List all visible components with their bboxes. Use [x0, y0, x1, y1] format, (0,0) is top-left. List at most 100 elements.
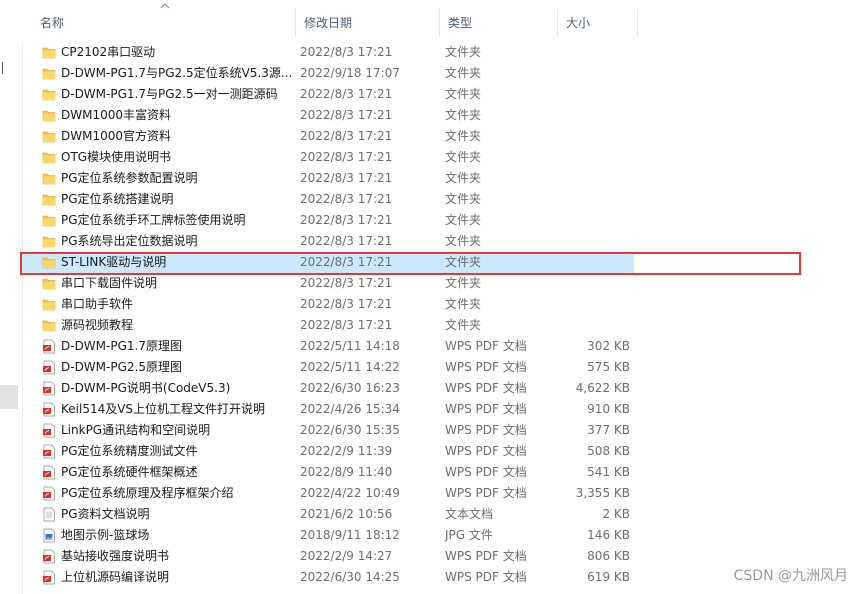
file-name: 基站接收强度说明书 — [61, 549, 170, 563]
file-modified-date: 2022/8/3 17:21 — [300, 87, 393, 101]
pdf-icon — [42, 444, 56, 459]
file-row[interactable]: D-DWM-PG1.7与PG2.5一对一测距源码 2022/8/3 17:21 文件… — [22, 84, 861, 105]
file-name: PG定位系统精度测试文件 — [61, 444, 198, 458]
file-row[interactable]: CP2102串口驱动 2022/8/3 17:21 文件夹 — [22, 42, 861, 63]
file-name: OTG模块使用说明书 — [61, 150, 172, 164]
file-row[interactable]: PG定位系统精度测试文件 2022/2/9 11:39 WPS PDF 文档 508 … — [22, 441, 861, 462]
column-header-size-label: 大小 — [566, 16, 591, 30]
file-name: PG定位系统原理及程序框架介绍 — [61, 486, 234, 500]
file-modified-date: 2022/8/3 17:21 — [300, 129, 393, 143]
file-row[interactable]: 源码视频教程 2022/8/3 17:21 文件夹 — [22, 315, 861, 336]
file-size: 3,355 KB — [575, 486, 630, 500]
file-row[interactable]: D-DWM-PG1.7原理图 2022/5/11 14:18 WPS PDF 文档 3… — [22, 336, 861, 357]
pdf-icon — [42, 570, 56, 585]
file-row[interactable]: PG定位系统搭建说明 2022/8/3 17:21 文件夹 — [22, 189, 861, 210]
column-header-size[interactable]: 大小 — [558, 9, 638, 37]
file-size: 619 KB — [587, 570, 630, 584]
file-name: PG系统导出定位数据说明 — [61, 234, 198, 248]
pdf-icon — [42, 465, 56, 480]
folder-icon — [42, 129, 56, 144]
file-row[interactable]: OTG模块使用说明书 2022/8/3 17:21 文件夹 — [22, 147, 861, 168]
file-size: 508 KB — [587, 444, 630, 458]
file-modified-date: 2021/6/2 10:56 — [300, 507, 393, 521]
file-type: 文件夹 — [445, 276, 482, 290]
file-type: 文件夹 — [445, 150, 482, 164]
column-header-name-label: 名称 — [40, 16, 65, 30]
file-type: 文件夹 — [445, 318, 482, 332]
file-name: PG定位系统手环工牌标签使用说明 — [61, 213, 246, 227]
file-size: 4,622 KB — [575, 381, 630, 395]
text-file-icon — [42, 507, 56, 522]
file-name: D-DWM-PG1.7与PG2.5一对一测距源码 — [61, 87, 278, 101]
navigation-pane[interactable] — [0, 0, 23, 594]
file-row[interactable]: D-DWM-PG2.5原理图 2022/5/11 14:22 WPS PDF 文档 5… — [22, 357, 861, 378]
pdf-icon — [42, 381, 56, 396]
file-type: 文件夹 — [445, 213, 482, 227]
file-name: PG定位系统搭建说明 — [61, 192, 174, 206]
file-modified-date: 2022/2/9 11:39 — [300, 444, 393, 458]
file-name: CP2102串口驱动 — [61, 45, 156, 59]
column-header-type-label: 类型 — [448, 16, 473, 30]
file-type: JPG 文件 — [445, 528, 493, 542]
file-row[interactable]: DWM1000官方资料 2022/8/3 17:21 文件夹 — [22, 126, 861, 147]
file-name: 串口助手软件 — [61, 297, 134, 311]
file-type: 文件夹 — [445, 297, 482, 311]
file-row[interactable]: D-DWM-PG1.7与PG2.5定位系统V5.3源... 2022/9/18 1… — [22, 63, 861, 84]
file-row[interactable]: Keil514及VS上位机工程文件打开说明 2022/4/26 15:34 WPS … — [22, 399, 861, 420]
file-row[interactable]: D-DWM-PG说明书(CodeV5.3) 2022/6/30 16:23 WPS … — [22, 378, 861, 399]
folder-icon — [42, 213, 56, 228]
file-size: 575 KB — [587, 360, 630, 374]
file-modified-date: 2022/8/3 17:21 — [300, 108, 393, 122]
column-header-modified[interactable]: 修改日期 — [296, 9, 440, 37]
file-row[interactable]: PG定位系统手环工牌标签使用说明 2022/8/3 17:21 文件夹 — [22, 210, 861, 231]
file-name: D-DWM-PG2.5原理图 — [61, 360, 182, 374]
file-name: 上位机源码编译说明 — [61, 570, 170, 584]
file-size: 146 KB — [587, 528, 630, 542]
pdf-icon — [42, 360, 56, 375]
file-row[interactable]: PG系统导出定位数据说明 2022/8/3 17:21 文件夹 — [22, 231, 861, 252]
file-row[interactable]: 串口下载固件说明 2022/8/3 17:21 文件夹 — [22, 273, 861, 294]
file-size: 910 KB — [587, 402, 630, 416]
file-row[interactable]: PG资料文档说明 2021/6/2 10:56 文本文档 2 KB — [22, 504, 861, 525]
pdf-icon — [42, 402, 56, 417]
file-size: 377 KB — [587, 423, 630, 437]
file-row[interactable]: 地图示例-篮球场 2018/9/11 18:12 JPG 文件 146 KB — [22, 525, 861, 546]
image-file-icon — [42, 528, 56, 543]
column-header-modified-label: 修改日期 — [304, 16, 353, 30]
file-modified-date: 2022/5/11 14:22 — [300, 360, 400, 374]
column-header-type[interactable]: 类型 — [440, 9, 558, 37]
file-row[interactable]: DWM1000丰富资料 2022/8/3 17:21 文件夹 — [22, 105, 861, 126]
file-size: 541 KB — [587, 465, 630, 479]
file-size: 806 KB — [587, 549, 630, 563]
column-header-name[interactable]: 名称 — [32, 9, 296, 37]
pdf-icon — [42, 549, 56, 564]
file-type: 文件夹 — [445, 192, 482, 206]
folder-icon — [42, 171, 56, 186]
file-name: D-DWM-PG1.7原理图 — [61, 339, 182, 353]
file-row[interactable]: PG定位系统参数配置说明 2022/8/3 17:21 文件夹 — [22, 168, 861, 189]
file-modified-date: 2018/9/11 18:12 — [300, 528, 400, 542]
file-modified-date: 2022/2/9 14:27 — [300, 549, 393, 563]
file-name: 源码视频教程 — [61, 318, 134, 332]
file-name: PG定位系统硬件框架概述 — [61, 465, 198, 479]
pdf-icon — [42, 486, 56, 501]
file-explorer-window: 名称 修改日期 类型 大小 CP2102串口驱动 2022/8/3 17:21 文件… — [0, 0, 861, 594]
folder-icon — [42, 108, 56, 123]
file-row[interactable]: 基站接收强度说明书 2022/2/9 14:27 WPS PDF 文档 806 KB — [22, 546, 861, 567]
folder-icon — [42, 234, 56, 249]
file-type: WPS PDF 文档 — [445, 402, 527, 416]
file-row[interactable]: PG定位系统原理及程序框架介绍 2022/4/22 10:49 WPS PDF 文档… — [22, 483, 861, 504]
file-type: WPS PDF 文档 — [445, 486, 527, 500]
file-row[interactable]: LinkPG通讯结构和空间说明 2022/6/30 15:35 WPS PDF 文档… — [22, 420, 861, 441]
file-row[interactable]: PG定位系统硬件框架概述 2022/8/9 11:40 WPS PDF 文档 541 … — [22, 462, 861, 483]
file-row[interactable]: 串口助手软件 2022/8/3 17:21 文件夹 — [22, 294, 861, 315]
file-name: PG资料文档说明 — [61, 507, 150, 521]
file-type: 文件夹 — [445, 66, 482, 80]
file-name: DWM1000官方资料 — [61, 129, 171, 143]
file-modified-date: 2022/8/3 17:21 — [300, 45, 393, 59]
nav-scrollbar-thumb[interactable] — [0, 385, 18, 409]
file-type: WPS PDF 文档 — [445, 423, 527, 437]
file-modified-date: 2022/8/3 17:21 — [300, 150, 393, 164]
file-type: WPS PDF 文档 — [445, 339, 527, 353]
file-modified-date: 2022/8/3 17:21 — [300, 276, 393, 290]
